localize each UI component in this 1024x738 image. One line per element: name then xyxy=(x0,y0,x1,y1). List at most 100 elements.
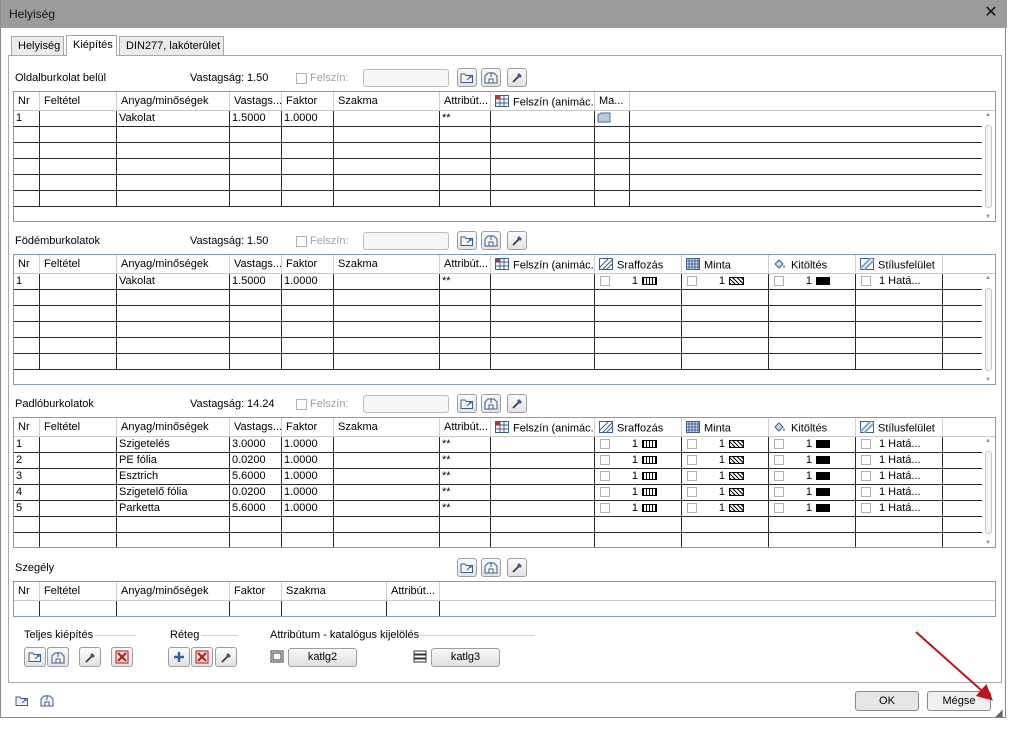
table-cell[interactable]: 1.0000 xyxy=(282,437,334,452)
delete-full-button[interactable] xyxy=(111,647,133,667)
close-button[interactable]: ✕ xyxy=(981,3,1001,23)
resize-grip-icon[interactable]: ◢ xyxy=(995,708,1003,719)
table-cell[interactable] xyxy=(282,322,334,337)
table-row[interactable]: 3 Esztrich 5.6000 1.0000 ** 1 1 1 1 Hatá... xyxy=(14,469,983,485)
table-cell[interactable]: 1 xyxy=(14,111,40,126)
table-cell[interactable] xyxy=(769,517,856,532)
table-cell[interactable] xyxy=(230,175,282,190)
row-checkbox[interactable] xyxy=(861,439,871,450)
empty-row[interactable] xyxy=(14,322,983,338)
table-cell[interactable] xyxy=(595,533,682,547)
table-cell[interactable] xyxy=(14,601,40,616)
table-cell[interactable] xyxy=(282,601,387,616)
table-cell[interactable] xyxy=(595,290,682,305)
table-cell[interactable] xyxy=(769,338,856,353)
table-cell[interactable]: 1.0000 xyxy=(282,111,334,126)
table-cell[interactable] xyxy=(117,517,230,532)
table-cell[interactable] xyxy=(595,143,630,158)
table-cell[interactable] xyxy=(856,290,943,305)
table-cell[interactable] xyxy=(14,322,40,337)
table-cell[interactable]: 1 xyxy=(14,437,40,452)
table-cell[interactable] xyxy=(230,127,282,142)
table-cell[interactable] xyxy=(440,517,491,532)
column-header[interactable]: Nr xyxy=(14,92,40,111)
table-cell[interactable] xyxy=(440,533,491,547)
footer-open-button[interactable] xyxy=(12,691,32,710)
table-cell[interactable]: ** xyxy=(440,469,491,484)
column-header[interactable]: Faktor xyxy=(282,92,334,111)
table-cell[interactable]: ** xyxy=(440,274,491,289)
row-checkbox[interactable] xyxy=(600,276,610,287)
table-cell[interactable] xyxy=(595,338,682,353)
column-header[interactable]: Sraffozás xyxy=(595,418,682,437)
empty-row[interactable] xyxy=(14,354,983,370)
table-cell[interactable] xyxy=(334,485,440,500)
katlg2-button[interactable]: katlg2 xyxy=(288,648,357,667)
table-cell[interactable] xyxy=(491,354,595,369)
table-cell[interactable]: 1.5000 xyxy=(230,274,282,289)
tab-helyiseg[interactable]: Helyiség xyxy=(11,36,64,55)
table-cell[interactable] xyxy=(14,533,40,547)
table-row[interactable]: 1 Vakolat 1.5000 1.0000 ** 1 1 1 1 Hatá... xyxy=(14,274,983,290)
column-header[interactable]: Szakma xyxy=(334,255,440,274)
column-header[interactable]: Vastags... xyxy=(230,255,282,274)
row-checkbox[interactable] xyxy=(774,455,784,466)
column-header[interactable]: Feltétel xyxy=(40,255,117,274)
column-header[interactable]: Nr xyxy=(14,255,40,274)
table-cell[interactable] xyxy=(282,175,334,190)
table-cell[interactable]: 4 xyxy=(14,485,40,500)
row-checkbox[interactable] xyxy=(687,503,697,514)
table-cell[interactable] xyxy=(117,191,230,206)
row-checkbox[interactable] xyxy=(687,455,697,466)
table-cell[interactable] xyxy=(230,338,282,353)
table-cell[interactable] xyxy=(856,354,943,369)
table-cell[interactable] xyxy=(595,306,682,321)
table-cell[interactable] xyxy=(282,159,334,174)
open-catalog-button[interactable] xyxy=(457,231,477,250)
table-cell[interactable] xyxy=(230,191,282,206)
border-grid[interactable]: Nr Feltétel Anyag/minőségek Faktor Szakma Att… xyxy=(13,581,996,617)
table-cell[interactable] xyxy=(334,274,440,289)
table-cell[interactable] xyxy=(334,517,440,532)
table-cell[interactable] xyxy=(440,354,491,369)
table-cell[interactable] xyxy=(117,338,230,353)
column-header[interactable]: Anyag/minőségek xyxy=(117,92,230,111)
pick-button[interactable] xyxy=(507,558,527,577)
column-header[interactable]: Attribút... xyxy=(440,92,491,111)
table-cell[interactable] xyxy=(334,354,440,369)
table-cell[interactable] xyxy=(440,338,491,353)
layer-grid[interactable]: Nr Feltétel Anyag/minőségek Vastags... Fakto… xyxy=(13,417,996,548)
row-checkbox[interactable] xyxy=(861,503,871,514)
table-cell[interactable] xyxy=(491,453,595,468)
table-cell[interactable] xyxy=(491,127,595,142)
table-cell[interactable] xyxy=(40,601,117,616)
table-cell[interactable]: 0.0200 xyxy=(230,453,282,468)
table-cell[interactable] xyxy=(230,601,282,616)
table-cell[interactable] xyxy=(14,127,40,142)
column-header[interactable]: Stílusfelület xyxy=(856,418,943,437)
pick-button[interactable] xyxy=(507,231,527,250)
table-cell[interactable] xyxy=(40,533,117,547)
row-checkbox[interactable] xyxy=(600,455,610,466)
table-cell[interactable]: 1 xyxy=(769,437,856,452)
table-cell[interactable] xyxy=(682,306,769,321)
table-cell[interactable]: 1 Hatá... xyxy=(856,437,943,452)
table-cell[interactable] xyxy=(682,290,769,305)
table-cell[interactable] xyxy=(282,290,334,305)
table-cell[interactable]: PE fólia xyxy=(117,453,230,468)
table-cell[interactable]: Vakolat xyxy=(117,111,230,126)
save-catalog-button[interactable] xyxy=(481,231,501,250)
table-cell[interactable] xyxy=(491,143,595,158)
table-cell[interactable] xyxy=(334,127,440,142)
table-cell[interactable] xyxy=(117,290,230,305)
table-cell[interactable] xyxy=(40,290,117,305)
empty-row[interactable] xyxy=(14,290,983,306)
table-cell[interactable] xyxy=(334,322,440,337)
column-header[interactable]: Nr xyxy=(14,582,40,601)
row-checkbox[interactable] xyxy=(861,455,871,466)
scroll-down-icon[interactable]: ▼ xyxy=(985,214,991,220)
table-cell[interactable] xyxy=(14,175,40,190)
table-cell[interactable]: 1 Hatá... xyxy=(856,469,943,484)
layer-grid[interactable]: Nr Feltétel Anyag/minőségek Vastags... Fakto… xyxy=(13,91,996,222)
table-cell[interactable] xyxy=(334,143,440,158)
